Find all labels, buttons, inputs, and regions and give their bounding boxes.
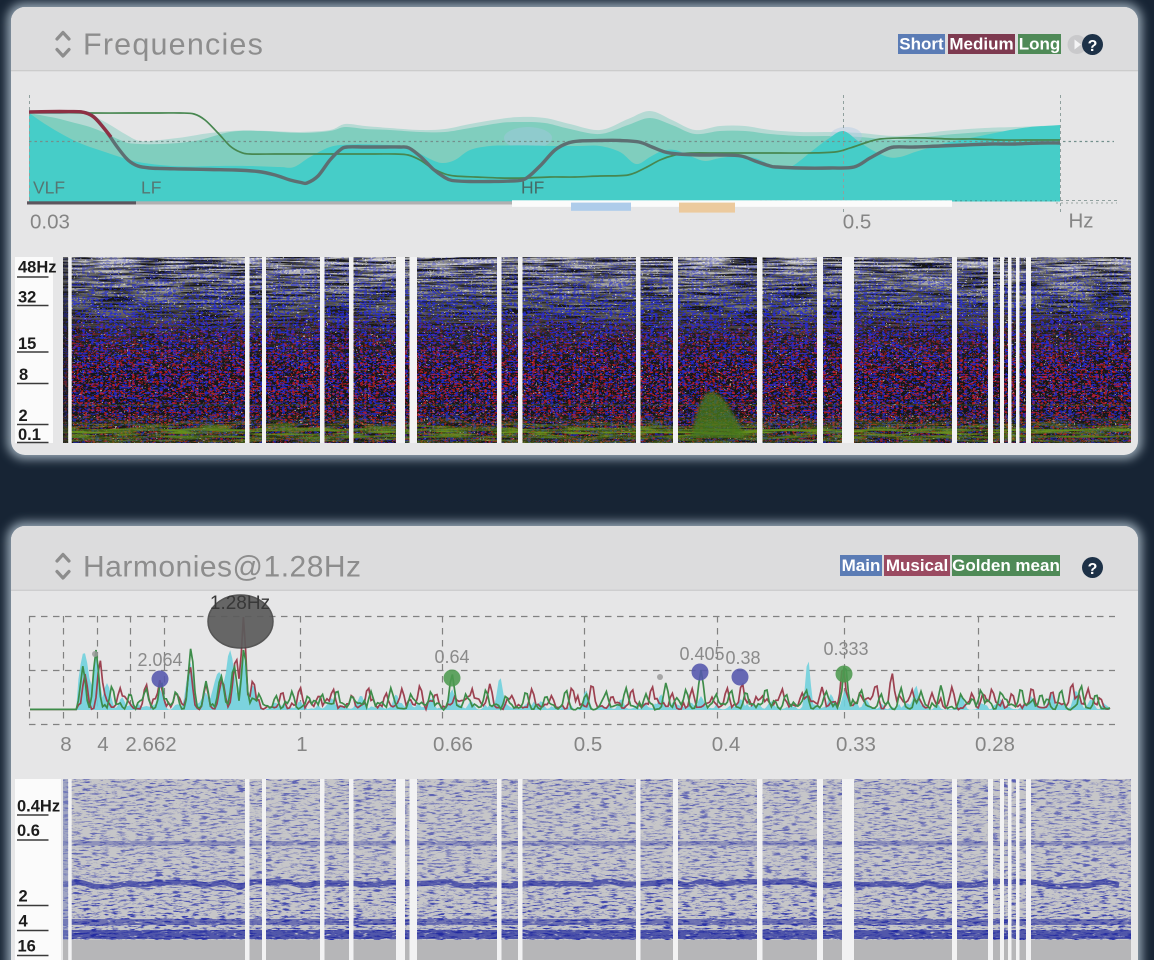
- svg-text:32: 32: [18, 289, 36, 307]
- svg-text:0.33: 0.33: [836, 733, 876, 756]
- svg-text:2.662: 2.662: [125, 733, 176, 756]
- svg-text:LF: LF: [141, 178, 161, 198]
- svg-text:2: 2: [19, 407, 28, 425]
- svg-text:Long: Long: [1019, 35, 1061, 54]
- svg-text:Medium: Medium: [949, 35, 1013, 54]
- svg-text:0.405: 0.405: [679, 644, 724, 664]
- svg-text:0.1: 0.1: [18, 426, 41, 444]
- svg-text:Golden mean: Golden mean: [952, 556, 1060, 575]
- svg-text:0.4Hz: 0.4Hz: [17, 798, 60, 816]
- svg-text:48Hz: 48Hz: [18, 259, 57, 277]
- svg-text:Short: Short: [899, 35, 944, 54]
- svg-text:0.28: 0.28: [975, 733, 1015, 756]
- svg-text:HF: HF: [521, 178, 544, 198]
- svg-text:16: 16: [18, 938, 36, 956]
- svg-text:1.28Hz: 1.28Hz: [210, 593, 270, 614]
- svg-text:0.333: 0.333: [823, 639, 868, 659]
- svg-text:8: 8: [60, 733, 71, 756]
- svg-text:0.66: 0.66: [433, 733, 473, 756]
- svg-text:Main: Main: [842, 556, 881, 575]
- svg-text:Harmonies@1.28Hz: Harmonies@1.28Hz: [83, 551, 362, 584]
- svg-text:1: 1: [296, 733, 307, 756]
- svg-text:?: ?: [1088, 38, 1098, 55]
- svg-text:0.6: 0.6: [17, 822, 40, 840]
- svg-text:4: 4: [19, 913, 29, 931]
- svg-text:Musical: Musical: [886, 556, 948, 575]
- svg-text:VLF: VLF: [33, 178, 65, 198]
- svg-text:4: 4: [97, 733, 108, 756]
- svg-text:?: ?: [1088, 561, 1098, 578]
- svg-text:2: 2: [19, 888, 28, 906]
- svg-text:Frequencies: Frequencies: [83, 28, 264, 62]
- svg-text:15: 15: [18, 335, 36, 353]
- svg-text:Hz: Hz: [1068, 210, 1093, 233]
- svg-text:8: 8: [19, 366, 28, 384]
- svg-text:0.38: 0.38: [725, 648, 760, 668]
- svg-text:2.064: 2.064: [137, 650, 182, 670]
- svg-text:0.5: 0.5: [574, 733, 603, 756]
- svg-text:0.4: 0.4: [712, 733, 741, 756]
- svg-text:0.64: 0.64: [434, 647, 469, 667]
- svg-text:0.5: 0.5: [843, 211, 872, 234]
- svg-text:0.03: 0.03: [30, 211, 70, 234]
